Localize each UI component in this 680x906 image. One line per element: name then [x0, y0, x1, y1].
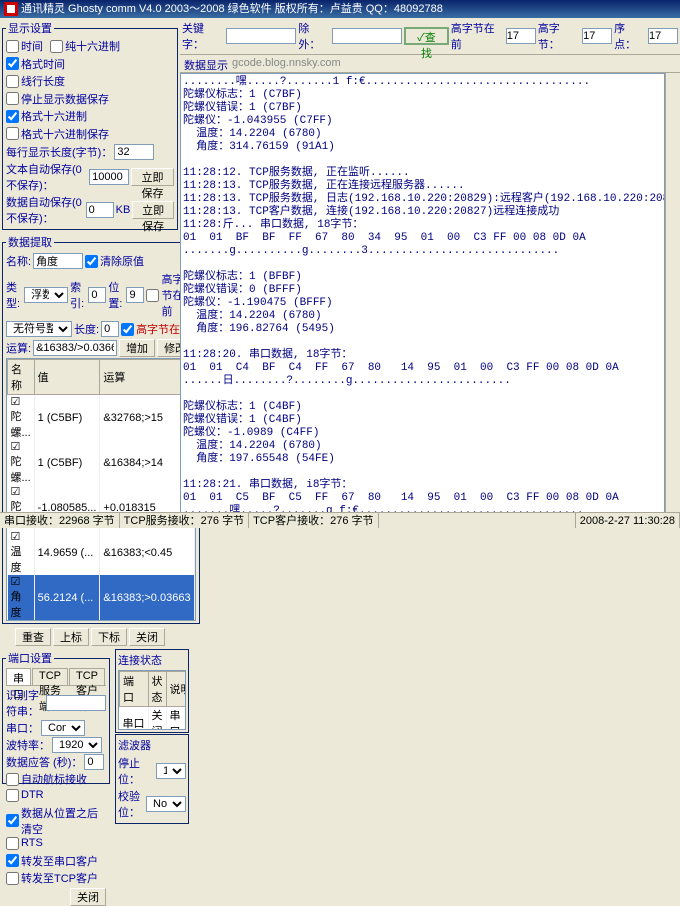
port-close-button[interactable]: 关闭	[70, 888, 106, 906]
window-titlebar: 通讯精灵 Ghosty comm V4.0 2003～2008 绿色软件 版权所…	[0, 0, 680, 18]
close-button[interactable]: 关闭	[129, 628, 165, 646]
len-input[interactable]	[101, 321, 119, 337]
datasave-input[interactable]	[86, 202, 114, 218]
status-bar: 串口接收：22968 字节 TCP服务接收：276 字节 TCP客户接收：276…	[0, 512, 680, 528]
status-time: 2008-2-27 11:30:28	[576, 513, 680, 528]
cb-recvfrom[interactable]	[6, 814, 19, 827]
cb-linelen[interactable]	[6, 75, 19, 88]
status-tcpsrv: TCP服务接收：276 字节	[120, 513, 249, 528]
display-legend: 显示设置	[6, 20, 54, 36]
cb-stop[interactable]	[6, 92, 19, 105]
conn-group: 连接状态 端口状态说明 串口关闭串口:CTCP客户关闭IP:192TCP服务监听…	[115, 649, 189, 733]
grp-select[interactable]: 无符号整型	[6, 321, 72, 337]
baud-select[interactable]: 19200	[52, 737, 102, 753]
log-vscroll[interactable]	[665, 73, 680, 512]
recv-input[interactable]	[84, 754, 104, 770]
cb-fmt-hex[interactable]	[6, 110, 19, 123]
parity-select[interactable]: None	[146, 796, 186, 812]
cb-loop[interactable]	[6, 854, 19, 867]
tab-tcpclient[interactable]: TCP客户端	[69, 668, 105, 685]
expr-input[interactable]	[33, 340, 117, 356]
keyword-input[interactable]	[226, 28, 296, 44]
cb-time[interactable]	[6, 40, 19, 53]
port-select[interactable]: Com1	[41, 720, 85, 736]
type-select[interactable]: 浮数	[24, 287, 68, 303]
autosave-input[interactable]	[89, 169, 129, 185]
tbf-input[interactable]	[582, 28, 612, 44]
except-input[interactable]	[332, 28, 402, 44]
display-settings-group: 显示设置 时间 纯十六进制 格式时间 线行长度 停止显示数据保存 格式十六进制 …	[2, 20, 178, 230]
stopbit-select[interactable]: 1	[156, 763, 186, 779]
app-icon	[4, 2, 18, 16]
name-input[interactable]	[33, 253, 83, 269]
extract-row[interactable]: ☑ 温度14.9659 (...&16383;<0.45	[8, 530, 195, 575]
extract-row[interactable]: ☑ 陀螺...1 (C5BF)&32768;>15	[8, 395, 195, 441]
cb-sbf[interactable]	[121, 323, 134, 336]
port-legend: 端口设置	[6, 650, 54, 666]
conn-row[interactable]: 串口关闭串口:C	[120, 707, 187, 731]
tab-tcpserver[interactable]: TCP服务端	[32, 668, 68, 685]
extract-row[interactable]: ☑ 陀螺...1 (C5BF)&16384;>14	[8, 440, 195, 485]
add-button[interactable]: 增加	[119, 339, 155, 357]
tab-serial[interactable]: 串口	[6, 668, 31, 685]
idx-input[interactable]	[88, 287, 106, 303]
log-area[interactable]: ........嘿.....?.......1 f:€.............…	[180, 73, 665, 512]
save-now-button[interactable]: 立即保存	[131, 168, 174, 186]
status-serial: 串口接收：22968 字节	[0, 513, 120, 528]
extract-legend: 数据提取	[6, 234, 54, 250]
reset-button[interactable]: 重查	[15, 628, 51, 646]
hbf-input[interactable]	[506, 28, 536, 44]
per-line-input[interactable]	[114, 144, 154, 160]
cb-hex[interactable]	[50, 40, 63, 53]
cb-autoscroll[interactable]	[6, 773, 19, 786]
extract-group: 数据提取 名称: 清除原值 类型:浮数 索引: 位置: 高字节在前 无符号整型 …	[2, 234, 200, 624]
cb-rts[interactable]	[6, 837, 19, 850]
up-button[interactable]: 上标	[53, 628, 89, 646]
port-group: 端口设置 串口 TCP服务端 TCP客户端 识别字符串： 串口：Com1 波特率…	[2, 650, 110, 784]
cb-extract[interactable]	[85, 255, 98, 268]
top-controls: 关键字： 除外： ✓查找 高字节在前 高字节： 序点：	[180, 18, 680, 55]
cb-fmt16[interactable]	[6, 127, 19, 140]
window-title: 通讯精灵 Ghosty comm V4.0 2003～2008 绿色软件 版权所…	[21, 0, 443, 18]
xbf-input[interactable]	[648, 28, 678, 44]
cb-dtr[interactable]	[6, 789, 19, 802]
cb-send2tcp[interactable]	[6, 872, 19, 885]
save-now2-button[interactable]: 立即保存	[132, 201, 174, 219]
pos-input[interactable]	[126, 287, 144, 303]
extract-grid[interactable]: 名称值运算 ☑ 陀螺...1 (C5BF)&32768;>15☑ 陀螺...1 …	[6, 358, 196, 621]
status-tcpcli: TCP客户接收：276 字节	[249, 513, 378, 528]
cb-fmt-time[interactable]	[6, 57, 19, 70]
id-input[interactable]	[46, 695, 106, 711]
down-button[interactable]: 下标	[91, 628, 127, 646]
cb-hbf[interactable]	[146, 289, 159, 302]
find-button[interactable]: ✓查找	[404, 27, 448, 45]
filter-group: 滤波器 停止位：1 校验位：None	[115, 734, 189, 824]
extract-row[interactable]: ☑ 角度56.2124 (...&16383;>0.03663	[8, 575, 195, 620]
